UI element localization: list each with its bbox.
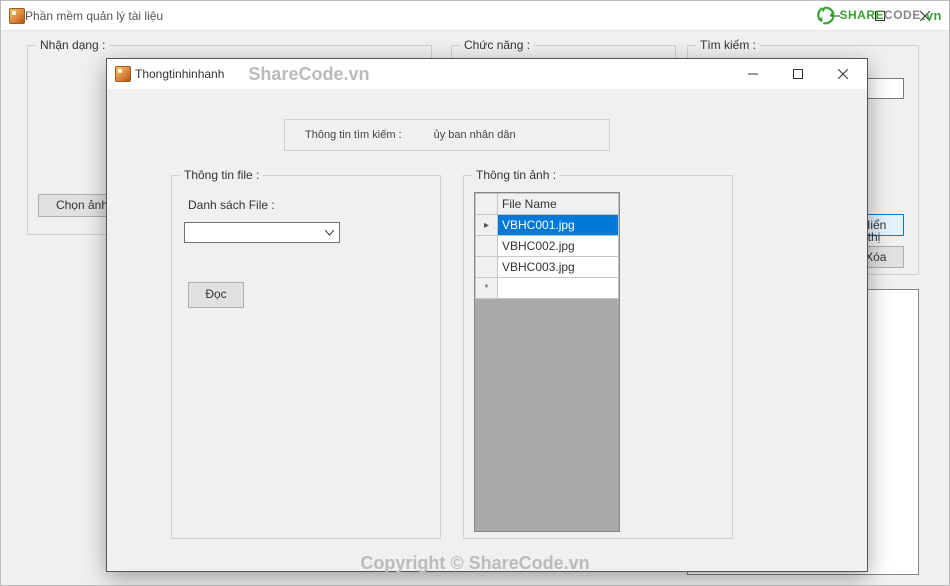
search-info-panel: Thông tin tìm kiếm : ủy ban nhân dân bbox=[284, 119, 610, 151]
watermark-vn: .vn bbox=[922, 8, 942, 23]
app-icon bbox=[9, 8, 25, 24]
row-header-icon: ▸ bbox=[476, 215, 498, 236]
dialog-window: Thongtinhinhanh ShareCode.vn Thông tin t… bbox=[106, 58, 868, 572]
groupbox-anh-label: Thông tin ảnh : bbox=[472, 168, 560, 182]
search-info-label: Thông tin tìm kiếm : bbox=[305, 129, 402, 141]
file-combobox[interactable] bbox=[184, 222, 340, 243]
grid-cell-empty[interactable] bbox=[498, 278, 619, 299]
dialog-window-controls bbox=[730, 59, 865, 89]
dialog-maximize-button[interactable] bbox=[775, 59, 820, 88]
watermark-share: SHARE bbox=[840, 8, 885, 22]
dialog-body: Thông tin tìm kiếm : ủy ban nhân dân Thô… bbox=[107, 89, 867, 571]
grid-header-row: File Name bbox=[476, 194, 619, 215]
table-row-new[interactable]: * bbox=[476, 278, 619, 299]
groupbox-timkiem-label: Tìm kiếm : bbox=[696, 38, 760, 52]
watermark-copyright: Copyright © ShareCode.vn bbox=[360, 553, 589, 574]
xoa-button-label: Xóa bbox=[865, 250, 886, 264]
grid-cell[interactable]: VBHC002.jpg bbox=[498, 236, 619, 257]
groupbox-anh: Thông tin ảnh : File Name ▸ VBHC001.jpg … bbox=[463, 175, 733, 539]
main-titlebar[interactable]: Phần mềm quản lý tài liệu bbox=[1, 1, 949, 31]
row-header-icon bbox=[476, 236, 498, 257]
dialog-title: Thongtinhinhanh bbox=[135, 67, 224, 81]
dialog-minimize-button[interactable] bbox=[730, 59, 775, 88]
dialog-watermark-text: ShareCode.vn bbox=[248, 64, 369, 85]
dialog-app-icon bbox=[115, 66, 131, 82]
groupbox-nhandang-label: Nhận dạng : bbox=[36, 38, 109, 52]
table-row[interactable]: VBHC003.jpg bbox=[476, 257, 619, 278]
grid-cell[interactable]: VBHC001.jpg bbox=[498, 215, 619, 236]
chevron-down-icon bbox=[322, 224, 337, 241]
file-grid[interactable]: File Name ▸ VBHC001.jpg VBHC002.jpg VBHC… bbox=[474, 192, 620, 532]
new-row-icon: * bbox=[476, 278, 498, 299]
doc-button[interactable]: Đọc bbox=[188, 282, 244, 308]
dialog-titlebar[interactable]: Thongtinhinhanh ShareCode.vn bbox=[107, 59, 867, 89]
table-row[interactable]: VBHC002.jpg bbox=[476, 236, 619, 257]
groupbox-chucnang-label: Chức năng : bbox=[460, 38, 534, 52]
search-info-value: ủy ban nhân dân bbox=[434, 129, 516, 141]
grid-col-header[interactable]: File Name bbox=[498, 194, 619, 215]
groupbox-file: Thông tin file : Danh sách File : Đọc bbox=[171, 175, 441, 539]
main-title: Phần mềm quản lý tài liệu bbox=[25, 9, 812, 23]
dialog-close-button[interactable] bbox=[820, 59, 865, 88]
watermark-logo: SHARECODE.vn bbox=[815, 4, 942, 26]
danhsach-file-label: Danh sách File : bbox=[188, 198, 275, 212]
grid-cell[interactable]: VBHC003.jpg bbox=[498, 257, 619, 278]
row-header-icon bbox=[476, 257, 498, 278]
table-row[interactable]: ▸ VBHC001.jpg bbox=[476, 215, 619, 236]
watermark-code: CODE bbox=[884, 8, 921, 22]
grid-corner[interactable] bbox=[476, 194, 498, 215]
recycle-icon bbox=[815, 4, 837, 26]
groupbox-file-label: Thông tin file : bbox=[180, 168, 263, 182]
